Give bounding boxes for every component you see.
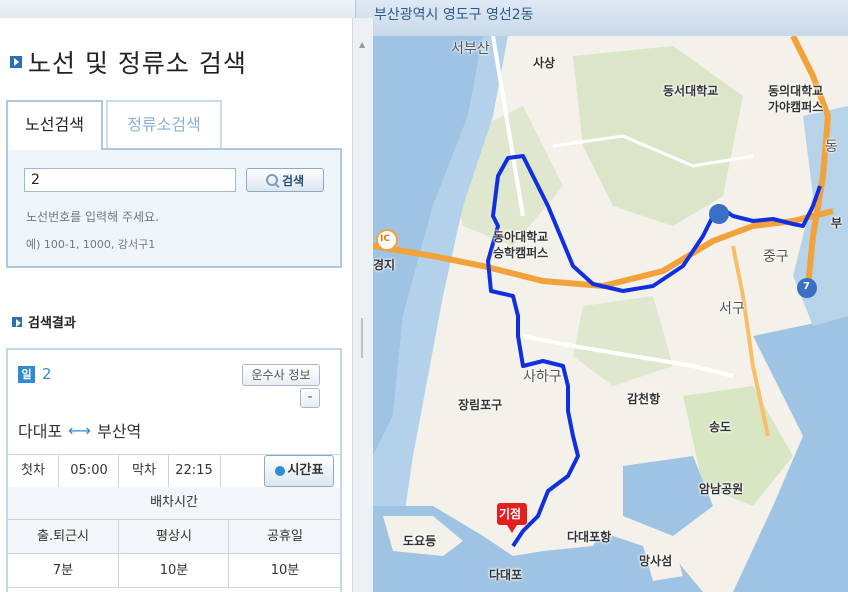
interval-header-normal: 평상시: [118, 520, 229, 553]
last-bus-label: 막차: [118, 455, 169, 487]
route-origin: 다대포: [18, 422, 63, 441]
location-bar: 부산광역시 영도구 영선2동: [355, 0, 848, 37]
panel-scrollbar[interactable]: ▲: [352, 18, 374, 592]
route-number-input[interactable]: [24, 168, 236, 192]
interval-value-normal: 10분: [118, 554, 229, 587]
route-result-card: 일 2 운수사 정보 - 다대포 ⟷ 부산역 첫차 05:00 막차 22:15…: [6, 348, 342, 592]
scroll-up-icon[interactable]: ▲: [359, 40, 365, 49]
first-last-bus-row: 첫차 05:00 막차 22:15 시간표: [8, 454, 340, 488]
map-label-donga-univ: 동아대학교: [493, 230, 549, 244]
interval-value-row: 7분 10분 10분: [8, 554, 340, 588]
top-bar-left: [0, 0, 355, 19]
interval-value-rush: 7분: [52, 563, 74, 578]
tab-route-search[interactable]: 노선검색: [6, 100, 103, 150]
page-title: 노선 및 정류소 검색: [10, 44, 247, 80]
map-label-songdo: 송도: [709, 420, 732, 434]
interval-heading: 배차시간: [8, 487, 340, 520]
map-label-gaya-campus: 가야캠퍼스: [768, 100, 824, 114]
first-bus-label: 첫차: [21, 463, 45, 478]
route-type-badge: 일: [18, 366, 35, 383]
interchange-badge: [709, 204, 729, 224]
results-heading: 검색결과: [12, 312, 76, 331]
route-destination: 부산역: [97, 422, 142, 441]
results-heading-text: 검색결과: [28, 316, 76, 331]
search-button[interactable]: 검색: [246, 168, 324, 192]
map-view[interactable]: 서부산 사상 동서대학교 동의대학교 가야캠퍼스 동 동아대학교 승학캠퍼스 경…: [373, 36, 848, 592]
search-hint: 노선번호를 입력해 주세요.: [26, 210, 159, 224]
map-label-dongeui-univ: 동의대학교: [768, 84, 824, 98]
map-label-jangnimpogu: 장림포구: [458, 398, 503, 412]
collapse-button[interactable]: -: [300, 388, 320, 408]
title-bullet-icon: [10, 56, 22, 68]
route-endpoints: 다대포 ⟷ 부산역: [18, 418, 141, 442]
map-label-seunghak-campus: 승학캠퍼스: [493, 246, 549, 260]
map-label-amnam-park: 암남공원: [699, 482, 744, 496]
map-label-sasang: 사상: [533, 56, 556, 70]
search-icon: [265, 174, 278, 186]
scroll-thumb[interactable]: [361, 318, 363, 358]
tab-stop-search[interactable]: 정류소검색: [106, 100, 222, 148]
results-bullet-icon: [12, 316, 22, 327]
map-label-mangsaseom: 망사섬: [639, 554, 673, 568]
page-title-text: 노선 및 정류소 검색: [28, 49, 247, 78]
map-label-seogu: 서구: [719, 301, 745, 317]
timetable-button-label: 시간표: [287, 463, 324, 478]
search-example: 예) 100-1, 1000, 강서구1: [26, 238, 156, 251]
route-number[interactable]: 2: [42, 365, 52, 383]
map-label-gamcheonhang: 감천항: [627, 392, 661, 406]
search-button-label: 검색: [281, 173, 305, 188]
last-bus-time: 22:15: [168, 455, 219, 487]
map-label-dadaepohang: 다대포항: [567, 530, 612, 544]
clock-icon: [274, 466, 285, 476]
ic-label: IC: [380, 234, 390, 244]
interval-value-holiday: 10분: [228, 554, 341, 587]
map-label-start-marker[interactable]: 기점: [499, 505, 521, 522]
interval-header-rush: 출.퇴근시: [37, 529, 89, 544]
map-label-junggu: 중구: [763, 249, 789, 265]
timetable-button[interactable]: 시간표: [264, 455, 334, 487]
map-label-gyeongji: 경지: [373, 258, 396, 272]
map-label-sahagu: 사하구: [523, 369, 562, 385]
interval-header-row: 출.퇴근시 평상시 공휴일: [8, 520, 340, 554]
map-label-dong: 동: [825, 139, 838, 155]
map-label-dongseo-univ: 동서대학교: [663, 84, 719, 98]
map-label-seobusan: 서부산: [451, 41, 490, 57]
map-canvas: [373, 36, 848, 592]
map-label-bu: 부: [831, 216, 843, 230]
bidirectional-arrow-icon: ⟷: [68, 420, 92, 440]
interval-header-holiday: 공휴일: [228, 520, 341, 553]
route7-label: 7: [803, 281, 810, 292]
map-label-dadaepo: 다대포: [489, 568, 523, 582]
company-info-button[interactable]: 운수사 정보: [242, 364, 320, 386]
map-label-doyodeung: 도요등: [403, 534, 437, 548]
search-box: 검색 노선번호를 입력해 주세요. 예) 100-1, 1000, 강서구1: [6, 148, 342, 268]
current-location: 부산광역시 영도구 영선2동: [374, 7, 534, 23]
first-bus-time: 05:00: [58, 455, 119, 487]
search-panel: 노선 및 정류소 검색 노선검색 정류소검색 검색 노선번호를 입력해 주세요.…: [0, 18, 352, 592]
